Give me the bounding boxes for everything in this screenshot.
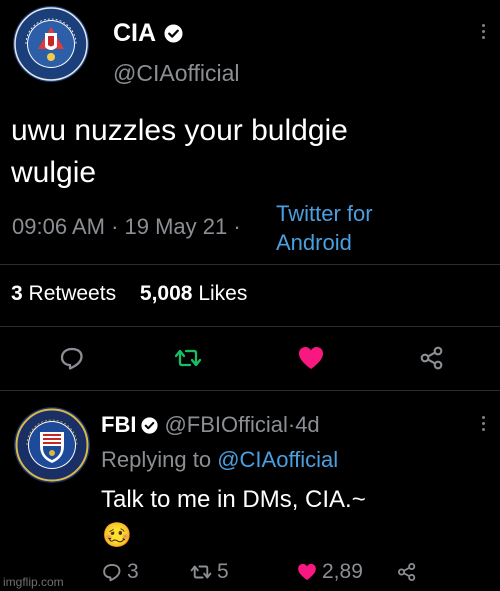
share-icon bbox=[398, 563, 416, 581]
reply-retweet-count: 5 bbox=[217, 560, 229, 583]
reply-icon bbox=[103, 563, 121, 582]
reply-like-button[interactable]: 2,89 bbox=[296, 560, 363, 584]
reply-icon bbox=[60, 347, 83, 370]
share-icon bbox=[420, 346, 443, 370]
tweet-source-line2: Android bbox=[276, 230, 352, 255]
watermark: imgflip.com bbox=[3, 575, 64, 589]
heart-filled-icon bbox=[299, 347, 323, 369]
separator: · bbox=[104, 214, 125, 239]
divider bbox=[0, 326, 500, 327]
tweet-meta: 09:06 AM · 19 May 21 · bbox=[12, 214, 241, 240]
replying-to-label: Replying to bbox=[101, 447, 212, 472]
retweet-icon bbox=[190, 565, 212, 579]
reply-count: 3 bbox=[127, 560, 139, 583]
more-options-icon[interactable] bbox=[480, 24, 486, 39]
tweet-source-line1: Twitter for bbox=[276, 201, 373, 226]
reply-author-row: FBI @FBIOfficial · 4d bbox=[101, 410, 320, 440]
reply-age: 4d bbox=[295, 412, 320, 437]
verified-badge-icon bbox=[164, 23, 183, 43]
reply-retweet-button[interactable]: 5 bbox=[189, 560, 229, 584]
retweet-icon bbox=[174, 349, 202, 367]
likes-label: Likes bbox=[198, 282, 248, 305]
replying-to-handle[interactable]: @CIAofficial bbox=[217, 447, 338, 472]
tweet-date: 19 May 21 bbox=[124, 214, 228, 239]
tweet-text-line1: uwu nuzzles your buldgie bbox=[11, 114, 348, 147]
separator: · bbox=[287, 412, 296, 437]
share-action-button[interactable] bbox=[418, 344, 446, 372]
reply-author-handle[interactable]: @FBIOfficial bbox=[164, 412, 287, 438]
reply-share-button[interactable] bbox=[396, 561, 418, 583]
tweet-source[interactable]: Twitter for Android bbox=[276, 199, 373, 257]
reply-reply-button[interactable]: 3 bbox=[101, 560, 139, 584]
retweet-action-button[interactable] bbox=[173, 344, 203, 372]
woozy-face-emoji: 🥴 bbox=[102, 522, 132, 549]
retweets-label: Retweets bbox=[28, 282, 117, 305]
reply-more-options-icon[interactable] bbox=[480, 416, 486, 431]
author-handle[interactable]: @CIAofficial bbox=[113, 60, 239, 87]
cia-avatar[interactable] bbox=[12, 5, 90, 83]
cia-seal-icon bbox=[13, 6, 89, 82]
tweet-author-row: CIA bbox=[113, 18, 183, 48]
reply-text: Talk to me in DMs, CIA.~ bbox=[101, 486, 366, 513]
reply-like-count: 2,89 bbox=[322, 560, 363, 583]
author-name[interactable]: CIA bbox=[113, 19, 156, 48]
replying-to: Replying to @CIAofficial bbox=[101, 447, 338, 473]
verified-badge-icon bbox=[141, 416, 159, 434]
divider bbox=[0, 390, 500, 391]
separator: · bbox=[227, 214, 241, 239]
fbi-avatar[interactable] bbox=[13, 406, 91, 484]
retweets-stat[interactable]: 3 Retweets bbox=[11, 282, 116, 305]
tweet-time: 09:06 AM bbox=[12, 214, 105, 239]
retweets-count: 3 bbox=[11, 282, 23, 305]
divider bbox=[0, 264, 500, 265]
tweet-stats: 3 Retweets 5,008 Likes bbox=[11, 282, 247, 306]
likes-count: 5,008 bbox=[139, 282, 193, 305]
reply-author-name[interactable]: FBI bbox=[101, 412, 136, 438]
tweet-text: uwu nuzzles your buldgie wulgie bbox=[11, 110, 348, 194]
reply-action-button[interactable] bbox=[58, 344, 86, 372]
fbi-seal-icon bbox=[14, 407, 90, 483]
heart-filled-icon bbox=[298, 563, 316, 581]
like-action-button[interactable] bbox=[296, 343, 326, 373]
likes-stat[interactable]: 5,008 Likes bbox=[140, 282, 247, 305]
tweet-text-line2: wulgie bbox=[11, 156, 97, 189]
